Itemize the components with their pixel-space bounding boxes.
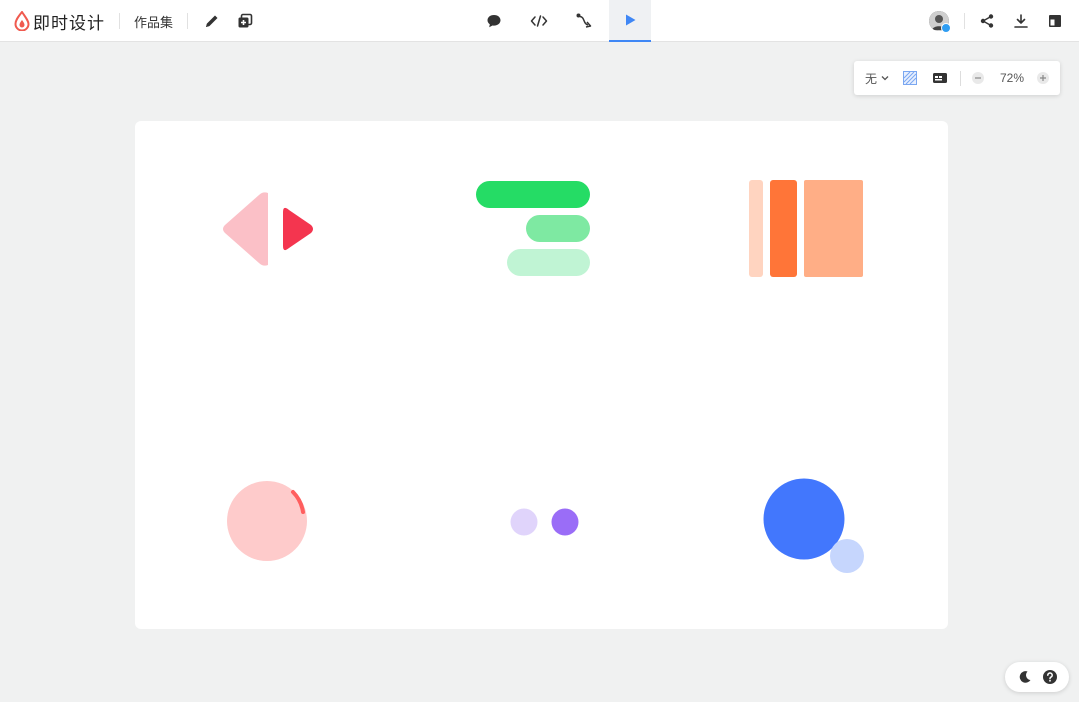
minus-circle-icon	[972, 72, 984, 84]
shape-pink-loader	[227, 481, 307, 561]
plus-circle-icon	[1037, 72, 1049, 84]
zoom-out-button[interactable]	[971, 61, 985, 95]
top-toolbar: 即时设计 作品集	[0, 0, 1079, 42]
prototype-link-icon	[576, 13, 592, 28]
bar-green-dark	[476, 181, 590, 208]
column-orange-light	[749, 180, 763, 277]
dot-purple-light	[510, 508, 538, 536]
divider	[119, 13, 120, 29]
play-button[interactable]	[609, 0, 651, 42]
shape-green-bars	[476, 181, 590, 276]
layout-button[interactable]	[1035, 0, 1075, 42]
column-orange-mid	[804, 180, 863, 277]
zoom-in-button[interactable]	[1036, 61, 1050, 95]
code-icon	[530, 15, 548, 27]
background-select[interactable]: 无	[865, 61, 890, 95]
shape-triangles	[223, 192, 313, 266]
play-icon	[626, 14, 636, 26]
code-button[interactable]	[519, 0, 559, 42]
comment-icon	[487, 15, 501, 28]
zoom-panel: 无 72%	[854, 61, 1060, 95]
triangle-left-light	[223, 192, 268, 266]
bottom-tools	[1005, 662, 1069, 692]
pattern-toggle[interactable]	[902, 61, 918, 95]
shape-purple-dots	[510, 508, 579, 536]
prototype-button[interactable]	[564, 0, 604, 42]
circle-blue-light	[830, 539, 864, 573]
pencil-icon	[206, 15, 218, 27]
download-icon	[1014, 14, 1028, 28]
chevron-down-icon	[881, 76, 889, 81]
brand-name: 即时设计	[33, 13, 105, 34]
duplicate-button[interactable]	[225, 0, 265, 42]
works-link[interactable]: 作品集	[134, 12, 173, 31]
divider	[960, 71, 961, 86]
animation-shapes	[223, 180, 864, 573]
device-frame-icon	[933, 73, 947, 83]
copy-add-icon	[238, 13, 253, 28]
zoom-level[interactable]: 72%	[992, 61, 1032, 95]
comment-button[interactable]	[474, 0, 514, 42]
online-status-dot	[941, 23, 951, 33]
divider	[187, 13, 188, 29]
bar-green-mid	[526, 215, 590, 242]
shape-blue-circles	[763, 478, 864, 573]
hatch-pattern-icon	[903, 71, 917, 85]
help-icon	[1043, 670, 1057, 684]
moon-icon	[1019, 671, 1031, 683]
background-select-value: 无	[865, 71, 878, 86]
shape-orange-columns	[749, 180, 863, 277]
divider	[964, 13, 965, 29]
dot-purple-dark	[551, 508, 579, 536]
triangle-right-dark	[283, 207, 313, 251]
frame-toggle[interactable]	[932, 61, 948, 95]
brand-logo[interactable]: 即时设计	[14, 9, 105, 34]
layout-panel-icon	[1049, 15, 1061, 27]
help-button[interactable]	[1037, 662, 1063, 692]
prototype-canvas	[135, 121, 948, 629]
column-orange-dark	[770, 180, 797, 277]
share-icon	[980, 14, 994, 28]
dark-mode-button[interactable]	[1012, 662, 1038, 692]
flame-logo-icon	[14, 11, 30, 31]
circle-blue-dark	[763, 478, 845, 560]
avatar[interactable]	[929, 11, 951, 33]
bar-green-light	[507, 249, 590, 276]
